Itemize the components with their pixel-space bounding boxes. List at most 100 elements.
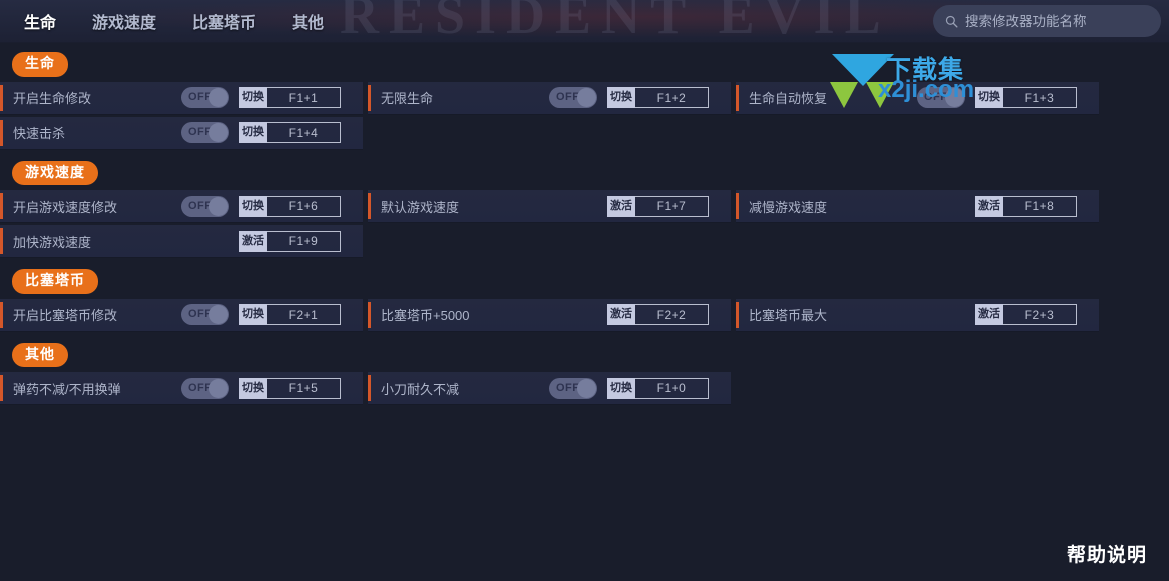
tab-2[interactable]: 比塞塔币: [192, 9, 256, 33]
cheat-row[interactable]: 开启游戏速度修改 OFF 切换 F1+6: [0, 190, 363, 223]
hotkey-action-label: 切换: [975, 87, 1003, 108]
tab-0[interactable]: 生命: [24, 9, 56, 33]
hotkey-key-field[interactable]: F1+5: [267, 377, 341, 399]
hotkey-binding[interactable]: 切换 F1+1: [239, 87, 341, 108]
section-rows: 开启生命修改 OFF 切换 F1+1 无限生命 OFF 切换 F1+2 生命自动恢复 OFF 切换 F…: [0, 81, 1169, 152]
hotkey-action-label: 切换: [239, 377, 267, 399]
cheat-row-label: 加快游戏速度: [13, 234, 92, 250]
section-title-badge: 游戏速度: [12, 160, 98, 185]
toggle-state-label: OFF: [556, 381, 580, 394]
hotkey-binding[interactable]: 切换 F1+2: [607, 87, 709, 108]
cheat-row-label: 默认游戏速度: [381, 199, 460, 215]
section-rows: 开启游戏速度修改 OFF 切换 F1+6 默认游戏速度 激活 F1+7 减慢游戏速度 激活 F1+…: [0, 190, 1169, 260]
hotkey-key-field[interactable]: F1+7: [635, 195, 709, 217]
section-title-badge: 生命: [12, 52, 68, 77]
cheat-toggle-switch[interactable]: OFF: [181, 304, 229, 325]
hotkey-binding[interactable]: 切换 F1+4: [239, 122, 341, 143]
cheat-row[interactable]: 弹药不减/不用换弹 OFF 切换 F1+5: [0, 372, 363, 405]
cheat-row[interactable]: 开启生命修改 OFF 切换 F1+1: [0, 81, 363, 115]
hotkey-binding[interactable]: 激活 F2+2: [607, 304, 709, 325]
cheat-row-label: 减慢游戏速度: [749, 199, 828, 215]
cheat-toggle-switch[interactable]: OFF: [549, 87, 597, 108]
section-3: 其他 弹药不减/不用换弹 OFF 切换 F1+5 小刀耐久不减 OFF 切换 F1+0: [0, 334, 1169, 408]
tab-3[interactable]: 其他: [292, 9, 324, 33]
help-link[interactable]: 帮助说明: [1067, 540, 1147, 567]
hotkey-action-label: 激活: [239, 230, 267, 252]
cheat-toggle-switch[interactable]: OFF: [181, 195, 229, 217]
section-0: 生命 开启生命修改 OFF 切换 F1+1 无限生命 OFF 切换 F1+2 生命自动恢复 OFF 切…: [0, 43, 1169, 152]
toggle-state-label: OFF: [924, 91, 948, 103]
hotkey-action-label: 激活: [975, 304, 1003, 325]
hotkey-binding[interactable]: 切换 F1+3: [975, 87, 1077, 108]
hotkey-binding[interactable]: 切换 F1+6: [239, 195, 341, 217]
cheat-row-label: 开启生命修改: [13, 91, 92, 106]
app-header: RESIDENT EVIL 生命 游戏速度 比塞塔币 其他: [0, 0, 1169, 43]
hotkey-key-field[interactable]: F1+2: [635, 87, 709, 108]
hotkey-binding[interactable]: 激活 F1+8: [975, 195, 1077, 217]
cheat-toggle-switch[interactable]: OFF: [181, 87, 229, 108]
cheat-row[interactable]: 比塞塔币+5000 激活 F2+2: [368, 298, 731, 332]
hotkey-key-field[interactable]: F1+8: [1003, 195, 1077, 217]
hotkey-key-field[interactable]: F2+2: [635, 304, 709, 325]
search-box[interactable]: [933, 5, 1161, 37]
hotkey-binding[interactable]: 激活 F1+9: [239, 230, 341, 252]
cheat-row[interactable]: 小刀耐久不减 OFF 切换 F1+0: [368, 372, 731, 405]
toggle-state-label: OFF: [556, 91, 580, 103]
toggle-knob: [945, 88, 964, 107]
toggle-knob: [577, 88, 596, 107]
cheat-toggle-switch[interactable]: OFF: [181, 122, 229, 143]
search-input[interactable]: [965, 13, 1151, 29]
cheat-row-label: 无限生命: [381, 91, 434, 106]
hotkey-key-field[interactable]: F1+4: [267, 122, 341, 143]
hotkey-binding[interactable]: 激活 F1+7: [607, 195, 709, 217]
hotkey-key-field[interactable]: F1+1: [267, 87, 341, 108]
cheat-row-label: 开启比塞塔币修改: [13, 308, 118, 323]
hotkey-action-label: 切换: [239, 122, 267, 143]
hotkey-action-label: 激活: [607, 304, 635, 325]
hotkey-binding[interactable]: 切换 F1+5: [239, 377, 341, 399]
toggle-knob: [209, 123, 228, 142]
cheat-row[interactable]: 开启比塞塔币修改 OFF 切换 F2+1: [0, 298, 363, 332]
cheat-row-label: 快速击杀: [13, 126, 66, 141]
section-title-badge: 比塞塔币: [12, 269, 98, 294]
section-1: 游戏速度 开启游戏速度修改 OFF 切换 F1+6 默认游戏速度 激活 F1+7 减慢游戏速度激…: [0, 152, 1169, 261]
toggle-state-label: OFF: [188, 91, 212, 103]
toggle-knob: [209, 196, 228, 216]
hotkey-action-label: 切换: [239, 87, 267, 108]
section-title-badge: 其他: [12, 342, 68, 367]
cheat-row[interactable]: 快速击杀 OFF 切换 F1+4: [0, 116, 363, 150]
cheat-row[interactable]: 比塞塔币最大 激活 F2+3: [736, 298, 1099, 332]
hotkey-action-label: 激活: [607, 195, 635, 217]
section-rows: 开启比塞塔币修改 OFF 切换 F2+1 比塞塔币+5000 激活 F2+2 比塞塔币最大 激活…: [0, 298, 1169, 334]
hotkey-key-field[interactable]: F1+9: [267, 230, 341, 252]
toggle-state-label: OFF: [188, 308, 212, 320]
hotkey-key-field[interactable]: F1+0: [635, 377, 709, 399]
cheat-row[interactable]: 加快游戏速度 激活 F1+9: [0, 225, 363, 258]
cheat-row-label: 比塞塔币最大: [749, 308, 828, 323]
toggle-knob: [209, 305, 228, 324]
cheat-toggle-switch[interactable]: OFF: [917, 87, 965, 108]
section-2: 比塞塔币 开启比塞塔币修改 OFF 切换 F2+1 比塞塔币+5000 激活 F2+2 比塞塔币…: [0, 260, 1169, 334]
cheat-row[interactable]: 默认游戏速度 激活 F1+7: [368, 190, 731, 223]
tab-bar: 生命 游戏速度 比塞塔币 其他: [0, 0, 360, 42]
cheat-row[interactable]: 减慢游戏速度 激活 F1+8: [736, 190, 1099, 223]
search-icon: [945, 15, 958, 28]
hotkey-key-field[interactable]: F1+6: [267, 195, 341, 217]
hotkey-key-field[interactable]: F2+1: [267, 304, 341, 325]
hotkey-action-label: 切换: [239, 195, 267, 217]
cheat-toggle-switch[interactable]: OFF: [181, 377, 229, 399]
cheat-row-label: 小刀耐久不减: [381, 381, 460, 397]
cheat-row[interactable]: 无限生命 OFF 切换 F1+2: [368, 81, 731, 115]
hotkey-key-field[interactable]: F1+3: [1003, 87, 1077, 108]
hotkey-key-field[interactable]: F2+3: [1003, 304, 1077, 325]
cheat-toggle-switch[interactable]: OFF: [549, 377, 597, 399]
cheat-row[interactable]: 生命自动恢复 OFF 切换 F1+3: [736, 81, 1099, 115]
hotkey-binding[interactable]: 切换 F1+0: [607, 377, 709, 399]
hotkey-action-label: 切换: [239, 304, 267, 325]
tab-1[interactable]: 游戏速度: [92, 9, 156, 33]
toggle-knob: [209, 378, 228, 398]
cheat-row-label: 开启游戏速度修改: [13, 199, 118, 215]
hotkey-binding[interactable]: 激活 F2+3: [975, 304, 1077, 325]
hotkey-binding[interactable]: 切换 F2+1: [239, 304, 341, 325]
cheat-row-label: 比塞塔币+5000: [381, 308, 470, 323]
